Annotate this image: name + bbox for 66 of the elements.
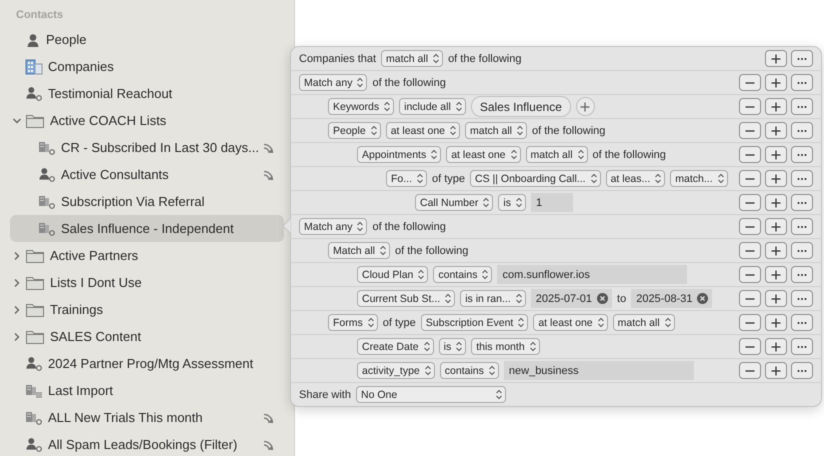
- popup-select[interactable]: Forms: [328, 314, 378, 331]
- rule-label: of the following: [395, 244, 468, 256]
- popup-select[interactable]: People: [328, 122, 381, 139]
- date-field[interactable]: 2025-07-01: [530, 289, 612, 308]
- rule-label: of type: [432, 172, 466, 184]
- popup-select[interactable]: CS || Onboarding Call...: [470, 170, 601, 187]
- rule-label: of the following: [592, 148, 666, 160]
- sidebar-item[interactable]: ALL New Trials This month: [10, 404, 284, 431]
- sidebar-item[interactable]: Lists I Dont Use: [10, 269, 284, 296]
- text-field[interactable]: 1: [530, 193, 573, 212]
- sidebar-item[interactable]: All Spam Leads/Bookings (Filter): [10, 431, 284, 456]
- popup-select[interactable]: No One: [356, 386, 506, 403]
- popup-select[interactable]: Match all: [328, 242, 390, 259]
- popup-select[interactable]: is: [438, 338, 466, 355]
- popup-select[interactable]: Cloud Plan: [357, 266, 428, 283]
- sidebar-item[interactable]: SALES Content: [10, 323, 284, 350]
- popup-select[interactable]: at least one: [386, 122, 460, 139]
- popup-select[interactable]: at leas...: [606, 170, 666, 187]
- popup-select[interactable]: this month: [471, 338, 540, 355]
- rule-label: of the following: [372, 220, 446, 232]
- sidebar-item[interactable]: Last Import: [10, 377, 284, 404]
- rule-label: Share with: [299, 388, 351, 400]
- sidebar-item[interactable]: Active Consultants: [10, 161, 284, 188]
- popup-select[interactable]: include all: [399, 98, 466, 115]
- popup-select[interactable]: Match any: [299, 74, 368, 91]
- popup-select[interactable]: Appointments: [357, 146, 442, 163]
- sidebar-item[interactable]: Active COACH Lists: [10, 107, 284, 134]
- rule-label: to: [617, 292, 626, 304]
- popup-select[interactable]: at least one: [533, 314, 608, 331]
- rule-label: of the following: [372, 76, 446, 88]
- popup-select[interactable]: is: [498, 194, 526, 211]
- sidebar-item[interactable]: Subscription Via Referral: [10, 188, 284, 215]
- sidebar-item[interactable]: Testimonial Reachout: [10, 80, 284, 107]
- sidebar-item[interactable]: People: [10, 26, 284, 53]
- rule-label: Companies that: [299, 52, 376, 64]
- sidebar-item[interactable]: 2024 Partner Prog/Mtg Assessment: [10, 350, 284, 377]
- popup-select[interactable]: Keywords: [328, 98, 394, 115]
- rule-label: of type: [382, 316, 416, 328]
- popup-select[interactable]: Subscription Event: [420, 314, 528, 331]
- popup-select[interactable]: Match any: [299, 218, 368, 235]
- popup-select[interactable]: match all: [381, 50, 444, 67]
- section-header: Contacts: [15, 8, 64, 23]
- popup-select[interactable]: match all: [526, 146, 588, 163]
- popup-select[interactable]: Current Sub St...: [357, 290, 456, 307]
- sidebar-item[interactable]: CR - Subscribed In Last 30 days...: [10, 134, 284, 161]
- text-field[interactable]: new_business: [504, 361, 694, 380]
- keyword-token[interactable]: Sales Influence: [470, 96, 571, 117]
- text-field[interactable]: com.sunflower.ios: [497, 265, 688, 284]
- popup-select[interactable]: at least one: [446, 146, 521, 163]
- date-field[interactable]: 2025-08-31: [631, 289, 712, 308]
- popup-select[interactable]: match all: [612, 314, 675, 331]
- popup-select[interactable]: match...: [670, 170, 728, 187]
- popup-select[interactable]: Fo...: [386, 170, 428, 187]
- popup-select[interactable]: contains: [433, 266, 492, 283]
- sidebar-item[interactable]: Sales Influence - Independent: [10, 215, 284, 242]
- sidebar-item[interactable]: Trainings: [10, 296, 284, 323]
- rule-label: of the following: [448, 52, 522, 64]
- popup-select[interactable]: is in ran...: [460, 290, 526, 307]
- popup-select[interactable]: Create Date: [357, 338, 434, 355]
- rule-label: of the following: [532, 124, 606, 136]
- popup-select[interactable]: match all: [465, 122, 528, 139]
- sidebar-item[interactable]: Companies: [10, 53, 284, 80]
- sidebar-item[interactable]: Active Partners: [10, 242, 284, 269]
- popup-select[interactable]: activity_type: [357, 362, 435, 379]
- popup-select[interactable]: Call Number: [415, 194, 494, 211]
- popup-select[interactable]: contains: [440, 362, 499, 379]
